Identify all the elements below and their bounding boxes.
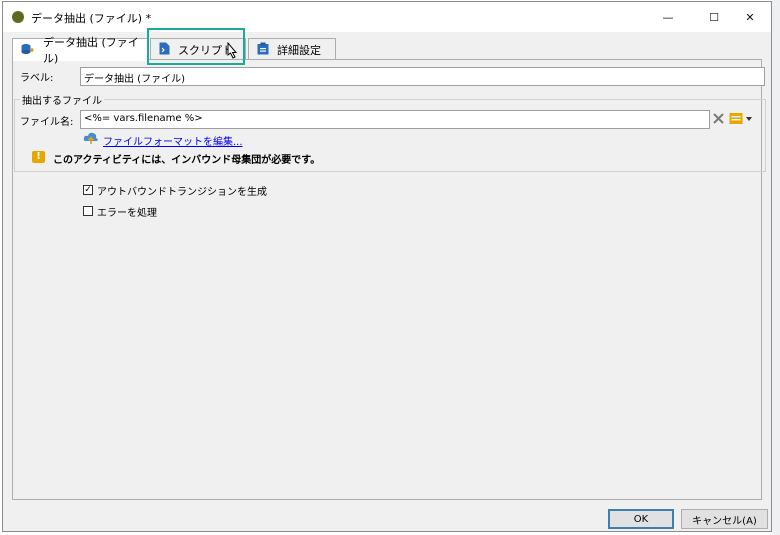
filename-input[interactable]: <%= vars.filename %> (80, 110, 710, 129)
background-edge (772, 0, 780, 535)
generate-outbound-transition-checkbox[interactable]: ✓ (83, 185, 93, 195)
ok-button[interactable]: OK (608, 509, 674, 529)
warning-icon: ! (32, 151, 45, 163)
tab-advanced-settings[interactable]: 詳細設定 (248, 38, 336, 60)
warning-message: このアクティビティには、インバウンド母集団が必要です。 (53, 155, 321, 166)
process-errors-checkbox[interactable] (83, 206, 93, 216)
label-caption: ラベル: (20, 73, 54, 84)
tab-data-extract[interactable]: データ抽出 (ファイル) (12, 36, 148, 65)
clipboard-icon (257, 42, 269, 58)
filename-caption: ファイル名: (20, 117, 74, 128)
title-bar: データ抽出 (ファイル) * — ☐ ✕ (3, 2, 771, 32)
clear-icon[interactable] (712, 112, 725, 128)
database-export-icon (21, 43, 35, 58)
edit-file-format-link[interactable]: ファイルフォーマットを編集... (103, 133, 243, 148)
tab-label: 詳細設定 (277, 43, 321, 57)
process-errors-label: エラーを処理 (97, 208, 157, 219)
script-tab-highlight (147, 28, 245, 65)
dialog-window: データ抽出 (ファイル) * — ☐ ✕ データ抽出 (ファイル) スクリプト … (2, 1, 772, 532)
edit-format-icon (83, 132, 99, 148)
tab-label: データ抽出 (ファイル) (43, 36, 139, 65)
label-input[interactable]: データ抽出 (ファイル) (80, 67, 765, 86)
generate-outbound-transition-label: アウトバウンドトランジションを生成 (97, 187, 267, 198)
expression-editor-icon[interactable] (729, 112, 753, 128)
cancel-button[interactable]: キャンセル(A) (681, 509, 768, 529)
app-icon (12, 11, 24, 23)
close-button[interactable]: ✕ (727, 2, 773, 32)
group-title: 抽出するファイル (20, 92, 104, 107)
minimize-button[interactable]: — (645, 2, 691, 32)
window-title: データ抽出 (ファイル) * (31, 12, 152, 25)
tab-strip: データ抽出 (ファイル) スクリプト 詳細設定 (12, 36, 762, 65)
